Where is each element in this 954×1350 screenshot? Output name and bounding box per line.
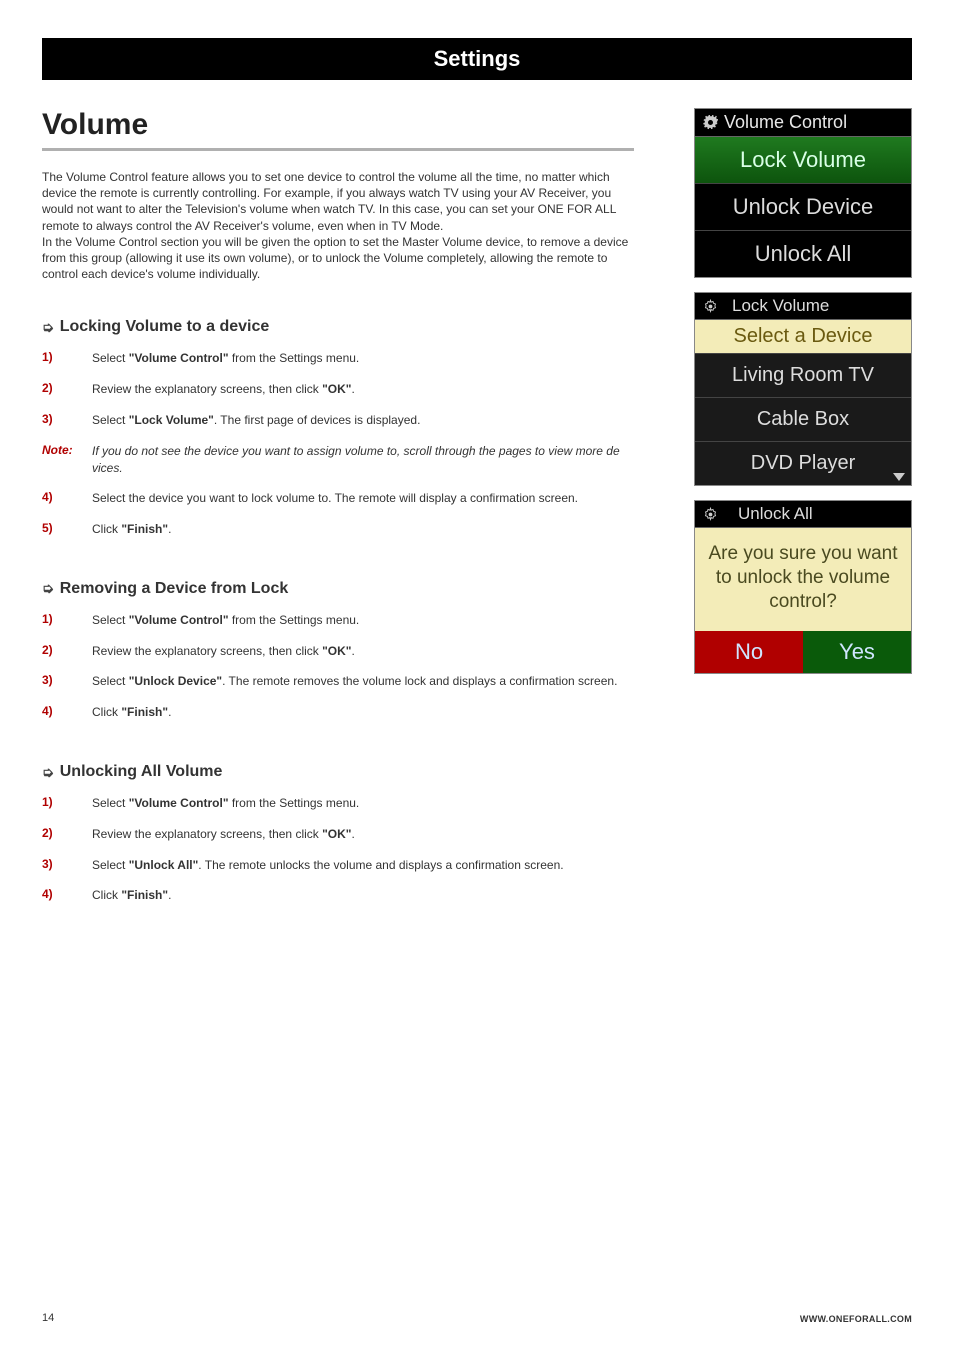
step-text: Select "Volume Control" from the Setting… <box>92 795 634 812</box>
subhead-lock: ➭ Locking Volume to a device <box>42 318 634 336</box>
step-note-text: If you do not see the device you want to… <box>92 443 634 477</box>
step-number: 2) <box>42 643 92 657</box>
step-number: 4) <box>42 704 92 718</box>
step-number: 1) <box>42 795 92 809</box>
screen-header: Volume Control <box>695 109 911 137</box>
step-text: Click "Finish". <box>92 521 634 538</box>
screen-header-text: Lock Volume <box>732 296 829 316</box>
screen-unlock-all: Unlock All Are you sure you want to unlo… <box>694 500 912 674</box>
screen-header-text: Volume Control <box>724 112 847 133</box>
subhead-lock-text: Locking Volume to a device <box>60 318 270 336</box>
step-row: 2) Review the explanatory screens, then … <box>42 826 634 843</box>
device-dvd-player[interactable]: DVD Player <box>695 441 911 485</box>
subhead-unlock-text: Unlocking All Volume <box>60 763 223 781</box>
step-number: 1) <box>42 612 92 626</box>
subhead-unlock: ➭ Unlocking All Volume <box>42 763 634 781</box>
step-text: Select "Unlock All". The remote unlocks … <box>92 857 634 874</box>
step-row: 3) Select "Lock Volume". The first page … <box>42 412 634 429</box>
step-number: 3) <box>42 857 92 871</box>
step-row: 3) Select "Unlock All". The remote unloc… <box>42 857 634 874</box>
menu-unlock-device[interactable]: Unlock Device <box>695 183 911 230</box>
step-text: Review the explanatory screens, then cli… <box>92 643 634 660</box>
step-row: 4) Select the device you want to lock vo… <box>42 490 634 507</box>
steps-unlock: 1) Select "Volume Control" from the Sett… <box>42 795 634 904</box>
gear-icon <box>703 115 718 130</box>
screen-header-text: Unlock All <box>738 504 813 524</box>
subhead-remove: ➭ Removing a Device from Lock <box>42 580 634 598</box>
screen-volume-control: Volume Control Lock Volume Unlock Device… <box>694 108 912 278</box>
arrow-icon: ➭ <box>42 580 54 597</box>
confirm-message: Are you sure you want to unlock the volu… <box>695 528 911 631</box>
step-text: Click "Finish". <box>92 704 634 721</box>
intro-text: The Volume Control feature allows you to… <box>42 169 634 282</box>
gear-icon <box>703 507 718 522</box>
step-row: 5) Click "Finish". <box>42 521 634 538</box>
step-note-label: Note: <box>42 443 92 457</box>
step-text: Review the explanatory screens, then cli… <box>92 381 634 398</box>
step-row: 2) Review the explanatory screens, then … <box>42 381 634 398</box>
step-row: 3) Select "Unlock Device". The remote re… <box>42 673 634 690</box>
page-footer: 14 WWW.ONEFORALL.COM <box>42 1312 912 1324</box>
step-number: 4) <box>42 887 92 901</box>
settings-bar: Settings <box>42 38 912 80</box>
step-number: 3) <box>42 673 92 687</box>
step-text: Select the device you want to lock volum… <box>92 490 634 507</box>
select-device-label: Select a Device <box>695 320 911 353</box>
step-number: 4) <box>42 490 92 504</box>
subhead-remove-text: Removing a Device from Lock <box>60 580 289 598</box>
screen-lock-volume: Lock Volume Select a Device Living Room … <box>694 292 912 486</box>
step-number: 3) <box>42 412 92 426</box>
device-cable-box[interactable]: Cable Box <box>695 397 911 441</box>
step-row: 4) Click "Finish". <box>42 704 634 721</box>
left-column: Volume The Volume Control feature allows… <box>42 108 634 918</box>
step-row: 1) Select "Volume Control" from the Sett… <box>42 350 634 367</box>
step-number: 5) <box>42 521 92 535</box>
page-number: 14 <box>42 1312 54 1324</box>
confirm-buttons: No Yes <box>695 631 911 673</box>
arrow-icon: ➭ <box>42 764 54 781</box>
menu-unlock-all[interactable]: Unlock All <box>695 230 911 277</box>
device-living-room-tv[interactable]: Living Room TV <box>695 353 911 397</box>
step-text: Select "Volume Control" from the Setting… <box>92 612 634 629</box>
screen-header: Unlock All <box>695 501 911 528</box>
gear-icon <box>703 299 718 314</box>
right-column: Volume Control Lock Volume Unlock Device… <box>694 108 912 688</box>
steps-lock: 1) Select "Volume Control" from the Sett… <box>42 350 634 538</box>
step-number: 2) <box>42 826 92 840</box>
step-text: Select "Lock Volume". The first page of … <box>92 412 634 429</box>
step-row: 2) Review the explanatory screens, then … <box>42 643 634 660</box>
yes-button[interactable]: Yes <box>803 631 911 673</box>
page-title: Volume <box>42 108 634 151</box>
step-row: 1) Select "Volume Control" from the Sett… <box>42 795 634 812</box>
screen-header: Lock Volume <box>695 293 911 320</box>
step-text: Review the explanatory screens, then cli… <box>92 826 634 843</box>
step-text: Select "Unlock Device". The remote remov… <box>92 673 634 690</box>
step-row: 4) Click "Finish". <box>42 887 634 904</box>
step-text: Select "Volume Control" from the Setting… <box>92 350 634 367</box>
menu-lock-volume[interactable]: Lock Volume <box>695 137 911 183</box>
steps-remove: 1) Select "Volume Control" from the Sett… <box>42 612 634 721</box>
step-row: Note: If you do not see the device you w… <box>42 443 634 477</box>
step-number: 2) <box>42 381 92 395</box>
arrow-icon: ➭ <box>42 319 54 336</box>
step-text: Click "Finish". <box>92 887 634 904</box>
step-row: 1) Select "Volume Control" from the Sett… <box>42 612 634 629</box>
no-button[interactable]: No <box>695 631 803 673</box>
footer-url: WWW.ONEFORALL.COM <box>800 1314 912 1324</box>
step-number: 1) <box>42 350 92 364</box>
